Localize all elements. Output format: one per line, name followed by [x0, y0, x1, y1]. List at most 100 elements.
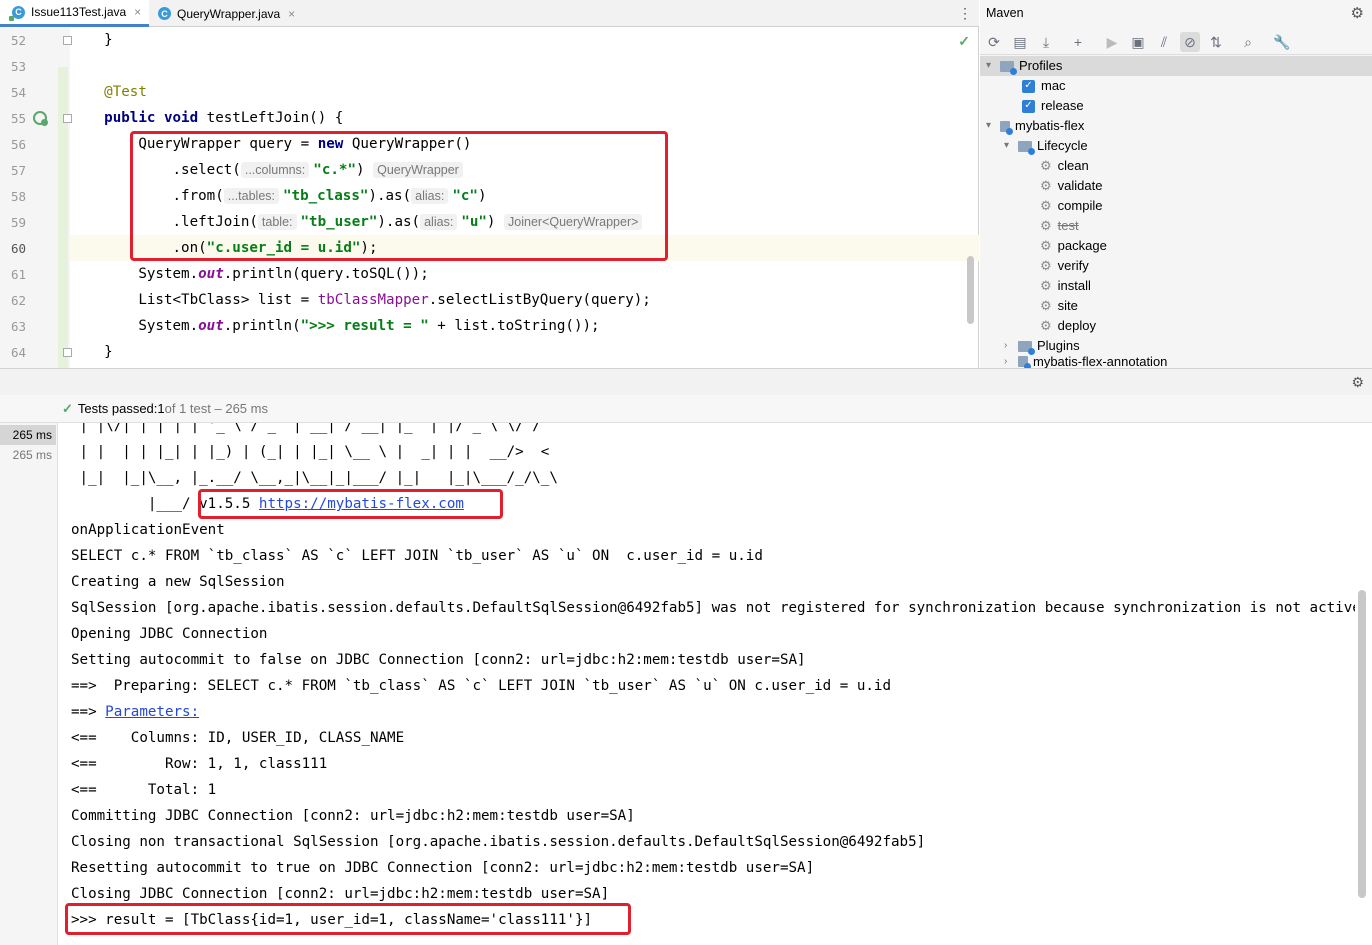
java-class-icon: C — [158, 7, 171, 20]
console-line: ==> Preparing: SELECT c.* FROM `tb_class… — [71, 678, 891, 694]
maven-module-icon — [1000, 120, 1013, 135]
console-line: Creating a new SqlSession — [71, 574, 285, 590]
folder-icon — [1000, 60, 1017, 75]
maven-panel: Maven ⚙ ⟳ ▤ ⤓ + ▶ ▣ ⫽ ⊘ ⇅ ⌕ 🔧 ▾ Profiles … — [980, 0, 1372, 368]
gear-icon: ⚙ — [1040, 258, 1052, 273]
console-line: Closing non transactional SqlSession [or… — [71, 834, 926, 850]
console-line: onApplicationEvent — [71, 522, 225, 538]
highlight-box-version — [198, 489, 503, 519]
line-number: 59 — [10, 215, 26, 230]
console-line: Setting autocommit to false on JDBC Conn… — [71, 652, 806, 668]
chevron-right-icon[interactable]: › — [1004, 356, 1018, 368]
tab-issue113test[interactable]: C Issue113Test.java × — [0, 0, 150, 27]
lifecycle-compile[interactable]: ⚙ compile — [1040, 196, 1102, 216]
no-problems-check-icon[interactable]: ✓ — [958, 33, 970, 50]
console-scrollbar[interactable] — [1358, 590, 1366, 898]
line-number: 62 — [10, 293, 26, 308]
editor-area: C Issue113Test.java × C QueryWrapper.jav… — [0, 0, 979, 388]
gear-icon: ⚙ — [1040, 158, 1052, 173]
java-test-class-icon: C — [9, 5, 25, 21]
reload-icon[interactable]: ⟳ — [984, 32, 1004, 52]
tree-item-profile-mac[interactable]: ✓ mac — [1022, 76, 1066, 96]
chevron-down-icon[interactable]: ▾ — [1004, 136, 1018, 156]
run-icon[interactable]: ▶ — [1102, 32, 1122, 52]
checkbox-checked-icon[interactable]: ✓ — [1022, 99, 1035, 113]
code-line: @Test — [70, 84, 147, 100]
line-number: 58 — [10, 189, 26, 204]
run-panel-header: ⚙ — [0, 368, 1372, 395]
console-line: SqlSession [org.apache.ibatis.session.de… — [71, 600, 1355, 616]
console-line: |_| |_|\__, |_.__/ \__,_|\__|_|___/ |_| … — [71, 470, 558, 486]
chevron-down-icon[interactable]: ▾ — [986, 56, 1000, 76]
tab-label: QueryWrapper.java — [177, 6, 281, 21]
toggle-offline-icon[interactable]: ⫽ — [1154, 32, 1174, 52]
line-number: 56 — [10, 137, 26, 152]
test-duration-row[interactable]: 265 ms — [0, 445, 56, 465]
checkbox-checked-icon[interactable]: ✓ — [1022, 79, 1035, 93]
download-icon[interactable]: ⤓ — [1036, 32, 1056, 52]
lifecycle-clean[interactable]: ⚙ clean — [1040, 156, 1089, 176]
editor-scrollbar[interactable] — [967, 256, 974, 324]
tree-item-profiles[interactable]: ▾ Profiles — [980, 56, 1372, 76]
tests-summary: of 1 test – 265 ms — [164, 401, 268, 416]
maven-module-icon — [1018, 356, 1031, 368]
gear-icon: ⚙ — [1040, 238, 1052, 253]
line-number: 52 — [10, 33, 26, 48]
lifecycle-site[interactable]: ⚙ site — [1040, 296, 1078, 316]
folder-icon — [1018, 140, 1035, 155]
console-line: SELECT c.* FROM `tb_class` AS `c` LEFT J… — [71, 548, 763, 564]
console-line: <== Row: 1, 1, class111 — [71, 756, 328, 772]
console-line: Committing JDBC Connection [conn2: url=j… — [71, 808, 635, 824]
lifecycle-package[interactable]: ⚙ package — [1040, 236, 1107, 256]
gear-icon[interactable]: ⚙ — [1351, 4, 1364, 22]
test-duration-row[interactable]: 265 ms — [0, 425, 56, 445]
add-folder-icon[interactable]: ▤ — [1010, 32, 1030, 52]
editor-gutter: 52 53 54 55 56 57 58 59 60 61 62 63 64 — [0, 27, 72, 388]
line-number: 57 — [10, 163, 26, 178]
tree-item-lifecycle[interactable]: ▾ Lifecycle — [1004, 136, 1088, 156]
gear-icon: ⚙ — [1040, 178, 1052, 193]
tests-passed-label: Tests passed: — [77, 401, 158, 416]
code-line: } — [70, 344, 113, 360]
line-number: 55 — [10, 111, 26, 126]
execute-goal-icon[interactable]: ▣ — [1128, 32, 1148, 52]
lifecycle-verify[interactable]: ⚙ verify — [1040, 256, 1089, 276]
parameters-link[interactable]: Parameters: — [105, 704, 199, 720]
lifecycle-test[interactable]: ⚙ test — [1040, 216, 1079, 236]
add-icon[interactable]: + — [1068, 32, 1088, 52]
highlight-box-query — [130, 131, 668, 261]
lifecycle-install[interactable]: ⚙ install — [1040, 276, 1091, 296]
close-icon[interactable]: × — [288, 7, 295, 21]
lifecycle-deploy[interactable]: ⚙ deploy — [1040, 316, 1096, 336]
analyze-dependencies-icon[interactable]: ⌕ — [1238, 32, 1258, 52]
code-line: System.out.println(query.toSQL()); — [70, 266, 429, 282]
gear-icon: ⚙ — [1040, 278, 1052, 293]
tree-item-plugins[interactable]: › Plugins — [1004, 336, 1080, 356]
tab-querywrapper[interactable]: C QueryWrapper.java × — [146, 0, 303, 27]
close-icon[interactable]: × — [134, 5, 141, 19]
line-number: 61 — [10, 267, 26, 282]
test-passed-check-icon: ✓ — [62, 400, 73, 416]
code-line: System.out.println(">>> result = " + lis… — [70, 318, 600, 334]
console-line: | |\/| | | | | '_ \ / _` | __| / __| |_ … — [71, 423, 541, 434]
collapse-all-icon[interactable]: ⇅ — [1206, 32, 1226, 52]
gear-icon[interactable]: ⚙ — [1351, 374, 1364, 391]
lifecycle-validate[interactable]: ⚙ validate — [1040, 176, 1102, 196]
line-number: 60 — [10, 241, 26, 256]
console-line: ==> Parameters: — [71, 704, 200, 720]
editor-tabbar: C Issue113Test.java × C QueryWrapper.jav… — [0, 0, 979, 27]
tree-item-annotation-module[interactable]: › mybatis-flex-annotation — [1004, 356, 1167, 368]
console-line: <== Columns: ID, USER_ID, CLASS_NAME — [71, 730, 405, 746]
console-line: Resetting autocommit to true on JDBC Con… — [71, 860, 815, 876]
chevron-right-icon[interactable]: › — [1004, 336, 1018, 356]
line-number: 63 — [10, 319, 26, 334]
tree-item-profile-release[interactable]: ✓ release — [1022, 96, 1084, 116]
line-number: 53 — [10, 59, 26, 74]
skip-tests-icon[interactable]: ⊘ — [1180, 32, 1200, 52]
wrench-icon[interactable]: 🔧 — [1272, 32, 1292, 52]
tree-item-project[interactable]: ▾ mybatis-flex — [986, 116, 1084, 136]
run-test-icon[interactable] — [33, 111, 48, 126]
more-tabs-icon[interactable]: ⋮ — [958, 5, 972, 22]
gear-icon: ⚙ — [1040, 298, 1052, 313]
chevron-down-icon[interactable]: ▾ — [986, 116, 1000, 136]
